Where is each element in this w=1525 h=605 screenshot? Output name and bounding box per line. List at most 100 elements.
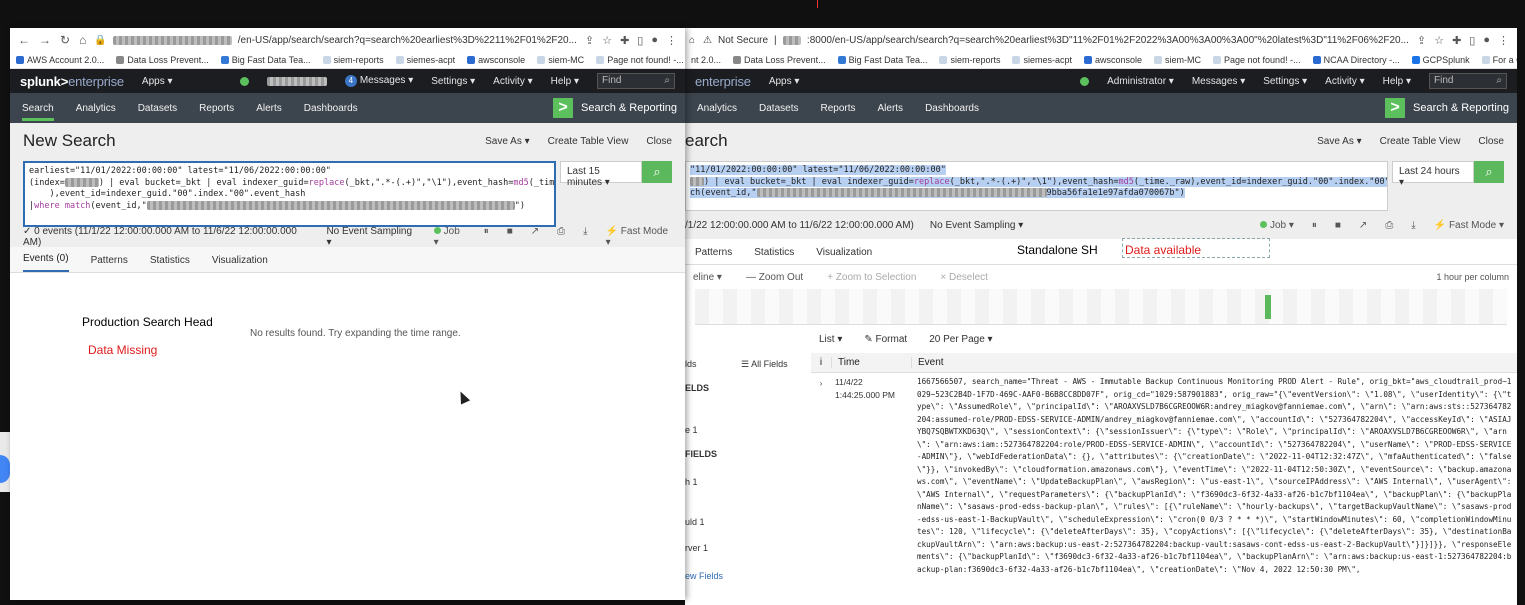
list-dropdown[interactable]: List ▾	[819, 334, 842, 345]
bookmark-item[interactable]: Data Loss Prevent...	[733, 55, 826, 65]
bookmark-item[interactable]: GCPSplunk	[1411, 55, 1470, 65]
share-icon[interactable]: ↗	[531, 226, 539, 248]
expand-icon[interactable]: ›	[811, 373, 831, 576]
url-field[interactable]: ⚠ Not Secure | :8000/en-US/app/search/se…	[703, 35, 1409, 46]
sampling-dropdown[interactable]: No Event Sampling ▾	[930, 220, 1023, 231]
apps-menu[interactable]: Apps ▾	[769, 76, 800, 87]
event-timeline-histogram[interactable]	[695, 289, 1507, 325]
share-icon[interactable]: ⇪	[1417, 34, 1426, 47]
nav-datasets[interactable]: Datasets	[138, 103, 177, 114]
bookmark-item[interactable]: siem-reports	[939, 55, 1000, 65]
profile-icon[interactable]: ●	[651, 34, 658, 47]
sidepanel-icon[interactable]: ▯	[1469, 34, 1475, 47]
help-menu[interactable]: Help ▾	[551, 76, 579, 87]
bookmark-item[interactable]: Page not found! -...	[596, 55, 684, 65]
nav-dashboards[interactable]: Dashboards	[925, 103, 979, 114]
sidebar-item[interactable]: lds	[685, 359, 697, 369]
splunk-logo[interactable]: enterprise	[695, 74, 751, 89]
bookmark-item[interactable]: Page not found! -...	[1213, 55, 1301, 65]
sidebar-item[interactable]: h 1	[685, 477, 698, 487]
bookmark-item[interactable]: Big Fast Data Tea...	[220, 55, 311, 65]
splunk-logo[interactable]: splunk>enterprise	[20, 74, 124, 89]
pause-icon[interactable]: ⏸	[484, 226, 489, 248]
extension-icon[interactable]: ✚	[1452, 34, 1461, 47]
bookmark-item[interactable]: awsconsole	[1083, 55, 1142, 65]
create-table-view-button[interactable]: Create Table View	[1380, 136, 1461, 147]
job-menu[interactable]: Job ▾	[433, 226, 466, 248]
activity-menu[interactable]: Activity ▾	[493, 76, 532, 87]
search-button[interactable]: ⌕	[642, 161, 672, 183]
bookmark-item[interactable]: siem-MC	[537, 55, 584, 65]
bookmark-item[interactable]: siem-MC	[1154, 55, 1201, 65]
search-mode-dropdown[interactable]: ⚡ Fast Mode ▾	[1434, 220, 1504, 231]
menu-icon[interactable]: ⋮	[666, 34, 677, 47]
home-icon[interactable]: ⌂	[79, 33, 86, 47]
export-icon[interactable]: ⤓	[1411, 220, 1415, 231]
sidebar-item[interactable]: rver 1	[685, 543, 708, 553]
activity-menu[interactable]: Activity ▾	[1325, 76, 1364, 87]
user-menu[interactable]: Administrator ▾	[1107, 76, 1174, 87]
tab-visualization[interactable]: Visualization	[212, 255, 268, 272]
nav-analytics[interactable]: Analytics	[76, 103, 116, 114]
export-icon[interactable]: ⤓	[583, 226, 587, 248]
sidebar-item[interactable]: uld 1	[685, 517, 705, 527]
extension-icon[interactable]: ✚	[620, 34, 629, 47]
settings-menu[interactable]: Settings ▾	[431, 76, 475, 87]
menu-icon[interactable]: ⋮	[1498, 34, 1509, 47]
reload-icon[interactable]: ↻	[60, 33, 70, 47]
health-status-icon[interactable]	[239, 76, 249, 86]
app-logo[interactable]: > Search & Reporting	[553, 98, 685, 118]
bookmark-item[interactable]: siem-reports	[322, 55, 384, 65]
search-query-input[interactable]: "11/01/2022:00:00:00" latest="11/06/2022…	[685, 161, 1388, 211]
find-input[interactable]: Find ⌕	[1429, 73, 1507, 89]
tab-statistics[interactable]: Statistics	[754, 247, 794, 264]
create-table-view-button[interactable]: Create Table View	[548, 136, 629, 147]
sidepanel-icon[interactable]: ▯	[637, 34, 643, 47]
nav-search[interactable]: Search	[22, 103, 54, 121]
star-icon[interactable]: ☆	[1434, 34, 1444, 47]
back-icon[interactable]: ←	[18, 33, 30, 47]
share-icon[interactable]: ⇪	[585, 34, 594, 47]
stop-icon[interactable]: ■	[507, 226, 513, 248]
tab-visualization[interactable]: Visualization	[816, 247, 872, 264]
url-field[interactable]: 🔒 /en-US/app/search/search?q=search%20ea…	[94, 35, 577, 46]
messages-menu[interactable]: Messages ▾	[1192, 76, 1245, 87]
tab-patterns[interactable]: Patterns	[695, 247, 732, 264]
save-as-button[interactable]: Save As ▾	[1317, 136, 1362, 147]
sidebar-item[interactable]: ew Fields	[685, 571, 723, 581]
time-range-picker[interactable]: Last 24 hours ▾	[1392, 161, 1474, 188]
app-logo[interactable]: > Search & Reporting	[1385, 98, 1517, 118]
tab-patterns[interactable]: Patterns	[91, 255, 128, 272]
stop-icon[interactable]: ■	[1335, 220, 1341, 231]
bookmark-item[interactable]: awsconsole	[467, 55, 525, 65]
help-menu[interactable]: Help ▾	[1383, 76, 1411, 87]
find-input[interactable]: Find ⌕	[597, 73, 675, 89]
tab-events[interactable]: Events (0)	[23, 253, 69, 272]
health-status-icon[interactable]	[1080, 76, 1090, 86]
print-icon[interactable]: ⎙	[557, 226, 565, 248]
bookmark-item[interactable]: nt 2.0...	[691, 55, 721, 65]
tab-statistics[interactable]: Statistics	[150, 255, 190, 272]
apps-menu[interactable]: Apps ▾	[142, 76, 173, 87]
sampling-dropdown[interactable]: No Event Sampling ▾	[326, 226, 417, 248]
close-button[interactable]: Close	[646, 136, 672, 147]
search-mode-dropdown[interactable]: ⚡ Fast Mode ▾	[606, 226, 672, 248]
zoom-out-button[interactable]: — Zoom Out	[746, 272, 803, 283]
profile-icon[interactable]: ●	[1483, 34, 1490, 47]
per-page-dropdown[interactable]: 20 Per Page ▾	[929, 334, 992, 345]
nav-alerts[interactable]: Alerts	[256, 103, 282, 114]
search-button[interactable]: ⌕	[1474, 161, 1504, 183]
deselect-button[interactable]: × Deselect	[940, 272, 988, 283]
timeline-bar[interactable]	[1265, 295, 1271, 319]
job-menu[interactable]: Job ▾	[1259, 220, 1294, 231]
bookmark-item[interactable]: Big Fast Data Tea...	[837, 55, 927, 65]
bookmark-item[interactable]: Data Loss Prevent...	[116, 55, 209, 65]
home-icon[interactable]: ⌂	[689, 35, 695, 46]
bookmark-item[interactable]: siemes-acpt	[395, 55, 455, 65]
close-button[interactable]: Close	[1478, 136, 1504, 147]
bookmark-item[interactable]: NCAA Directory -...	[1312, 55, 1400, 65]
zoom-selection-button[interactable]: + Zoom to Selection	[827, 272, 916, 283]
messages-menu[interactable]: 4 Messages ▾	[344, 75, 413, 87]
bookmark-item[interactable]: AWS Account 2.0...	[16, 55, 104, 65]
bookmark-item[interactable]: siemes-acpt	[1012, 55, 1072, 65]
